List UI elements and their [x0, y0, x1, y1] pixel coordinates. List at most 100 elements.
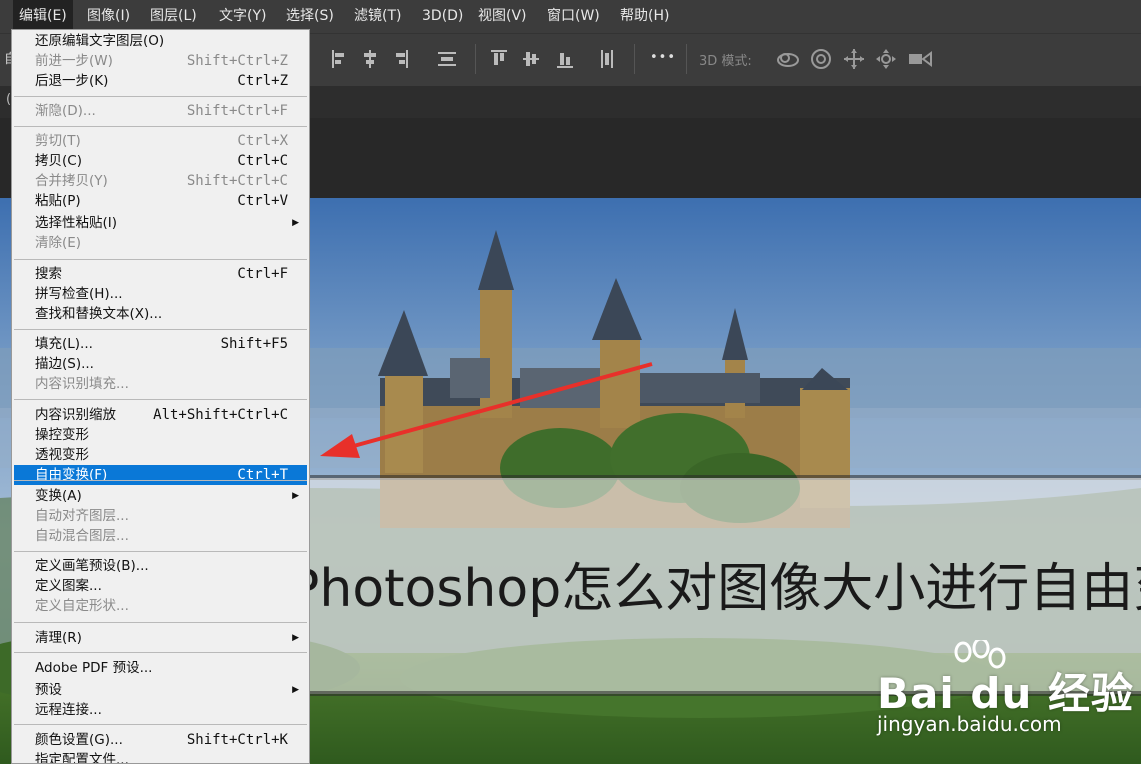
distribute-icon[interactable]	[436, 48, 458, 70]
menu-item-step-forward[interactable]: 前进一步(W) Shift+Ctrl+Z	[14, 51, 307, 71]
menu-item-shortcut: Ctrl+X	[237, 133, 288, 149]
menu-item-label: 自由变换(F)	[35, 467, 108, 483]
menu-item-label: 查找和替换文本(X)...	[35, 306, 163, 322]
menu-item-purge[interactable]: 清理(R) ▶	[14, 628, 307, 648]
menu-item-label: 颜色设置(G)...	[35, 732, 123, 748]
menu-item-fade[interactable]: 渐隐(D)... Shift+Ctrl+F	[14, 101, 307, 121]
menu-3d[interactable]: 3D(D)	[416, 0, 469, 33]
divider	[634, 44, 635, 74]
menu-item-label: 预设	[35, 682, 62, 698]
menu-item-label: 粘贴(P)	[35, 193, 81, 209]
menu-item-label: 剪切(T)	[35, 133, 81, 149]
3d-rotate-icon[interactable]	[776, 48, 800, 70]
menu-item-copy-merged[interactable]: 合并拷贝(Y) Shift+Ctrl+C	[14, 171, 307, 191]
menu-item-adobe-pdf-presets[interactable]: Adobe PDF 预设...	[14, 658, 307, 678]
menu-help[interactable]: 帮助(H)	[614, 0, 675, 33]
menu-separator	[14, 652, 307, 653]
menu-item-shortcut: Ctrl+F	[237, 266, 288, 282]
menu-item-color-settings[interactable]: 颜色设置(G)... Shift+Ctrl+K	[14, 730, 307, 750]
more-options-icon[interactable]: •••	[650, 50, 676, 65]
menu-item-label: 定义图案...	[35, 578, 102, 594]
menu-item-find-replace[interactable]: 查找和替换文本(X)...	[14, 304, 307, 324]
menu-item-puppet-warp[interactable]: 操控变形	[14, 425, 307, 445]
menu-item-label: 填充(L)...	[35, 336, 93, 352]
menu-item-auto-blend-layers[interactable]: 自动混合图层...	[14, 526, 307, 546]
menu-item-presets[interactable]: 预设 ▶	[14, 680, 307, 700]
menu-item-label: 渐隐(D)...	[35, 103, 96, 119]
align-bottom-icon[interactable]	[556, 48, 574, 70]
menu-separator	[14, 399, 307, 400]
menu-item-step-backward[interactable]: 后退一步(K) Ctrl+Z	[14, 71, 307, 91]
menu-item-label: 指定配置文件...	[35, 752, 129, 764]
menu-item-define-brush-preset[interactable]: 定义画笔预设(B)...	[14, 556, 307, 576]
menu-item-undo-edit-text[interactable]: 还原编辑文字图层(O)	[14, 31, 307, 51]
menu-item-paste[interactable]: 粘贴(P) Ctrl+V	[14, 191, 307, 211]
menu-item-label: 内容识别缩放	[35, 407, 116, 423]
menu-item-paste-special[interactable]: 选择性粘贴(I) ▶	[14, 213, 307, 233]
menu-item-search[interactable]: 搜索 Ctrl+F	[14, 264, 307, 284]
menu-item-label: 远程连接...	[35, 702, 102, 718]
menu-item-shortcut: Ctrl+C	[237, 153, 288, 169]
menu-item-define-custom-shape[interactable]: 定义自定形状...	[14, 596, 307, 616]
distribute-vertical-icon[interactable]	[598, 48, 616, 70]
menu-item-cut[interactable]: 剪切(T) Ctrl+X	[14, 131, 307, 151]
menu-item-shortcut: Ctrl+Z	[237, 73, 288, 89]
submenu-arrow-icon: ▶	[292, 491, 299, 501]
menu-item-stroke[interactable]: 描边(S)...	[14, 354, 307, 374]
submenu-arrow-icon: ▶	[292, 218, 299, 228]
menu-item-label: 自动混合图层...	[35, 528, 129, 544]
menu-item-remote-connections[interactable]: 远程连接...	[14, 700, 307, 720]
menu-item-label: 选择性粘贴(I)	[35, 215, 118, 231]
menu-item-shortcut: Shift+Ctrl+F	[186, 103, 288, 119]
watermark-url: jingyan.baidu.com	[877, 712, 1062, 736]
menu-item-assign-profile[interactable]: 指定配置文件...	[14, 750, 307, 764]
3d-camera-icon[interactable]	[907, 48, 933, 70]
3d-slide-icon[interactable]	[875, 48, 897, 70]
align-top-icon[interactable]	[490, 48, 508, 70]
menu-item-free-transform[interactable]: 自由变换(F) Ctrl+T	[14, 465, 307, 485]
menu-item-shortcut: Shift+Ctrl+C	[186, 173, 288, 189]
menu-item-shortcut: Ctrl+V	[237, 193, 288, 209]
menu-item-label: 还原编辑文字图层(O)	[35, 33, 165, 49]
align-center-icon[interactable]	[362, 48, 378, 70]
divider	[686, 44, 687, 74]
3d-drag-icon[interactable]	[843, 48, 865, 70]
3d-mode-label: 3D 模式:	[699, 54, 752, 69]
menu-separator	[14, 724, 307, 725]
align-right-icon[interactable]	[394, 48, 410, 70]
menu-item-perspective-warp[interactable]: 透视变形	[14, 445, 307, 465]
menu-item-label: 拼写检查(H)...	[35, 286, 123, 302]
menu-item-label: 操控变形	[35, 427, 89, 443]
menu-item-shortcut: Shift+Ctrl+K	[186, 732, 288, 748]
menu-item-label: 变换(A)	[35, 488, 82, 504]
align-left-icon[interactable]	[330, 48, 346, 70]
menu-separator	[14, 259, 307, 260]
banner-title: Photoshop怎么对图像大小进行自由变换	[310, 554, 1141, 624]
menu-item-auto-align-layers[interactable]: 自动对齐图层...	[14, 506, 307, 526]
submenu-arrow-icon: ▶	[292, 633, 299, 643]
menu-separator	[14, 622, 307, 623]
menu-item-label: 拷贝(C)	[35, 153, 82, 169]
menu-item-copy[interactable]: 拷贝(C) Ctrl+C	[14, 151, 307, 171]
menu-item-label: 合并拷贝(Y)	[35, 173, 108, 189]
menu-item-label: 定义自定形状...	[35, 598, 129, 614]
menu-item-transform[interactable]: 变换(A) ▶	[14, 486, 307, 506]
menu-item-spell-check[interactable]: 拼写检查(H)...	[14, 284, 307, 304]
menu-item-fill[interactable]: 填充(L)... Shift+F5	[14, 334, 307, 354]
menu-item-label: 清除(E)	[35, 235, 82, 251]
menu-item-shortcut: Shift+Ctrl+Z	[186, 53, 288, 69]
menu-item-content-aware-fill[interactable]: 内容识别填充...	[14, 374, 307, 394]
align-middle-icon[interactable]	[522, 48, 540, 70]
menu-view[interactable]: 视图(V)	[472, 0, 533, 33]
menu-window[interactable]: 窗口(W)	[541, 0, 606, 33]
menu-item-content-aware-scale[interactable]: 内容识别缩放 Alt+Shift+Ctrl+C	[14, 405, 307, 425]
submenu-arrow-icon: ▶	[292, 685, 299, 695]
menu-item-label: Adobe PDF 预设...	[35, 660, 153, 676]
menu-separator	[14, 96, 307, 97]
menu-item-define-pattern[interactable]: 定义图案...	[14, 576, 307, 596]
3d-roll-icon[interactable]	[810, 48, 832, 70]
menu-separator	[14, 480, 307, 481]
menu-separator	[14, 126, 307, 127]
menu-filter[interactable]: 滤镜(T)	[348, 0, 407, 33]
menu-item-clear[interactable]: 清除(E)	[14, 233, 307, 253]
